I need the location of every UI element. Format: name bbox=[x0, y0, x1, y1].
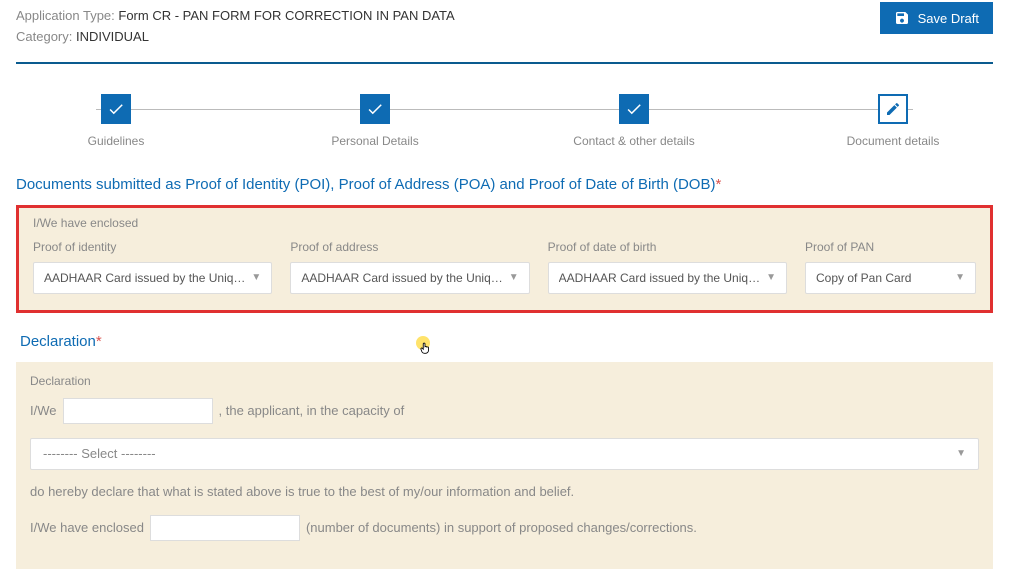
app-type-label: Application Type: bbox=[16, 8, 118, 23]
step-label: Document details bbox=[847, 134, 940, 148]
save-icon bbox=[894, 10, 910, 26]
proof-dob-select[interactable]: AADHAAR Card issued by the Uniq… ▼ bbox=[548, 262, 787, 294]
step-contact-details[interactable]: Contact & other details bbox=[564, 94, 704, 148]
capacity-select-placeholder: -------- Select -------- bbox=[43, 446, 156, 461]
chevron-down-icon: ▼ bbox=[955, 272, 965, 283]
proof-identity-value: AADHAAR Card issued by the Uniq… bbox=[44, 271, 245, 285]
document-count-input[interactable] bbox=[150, 515, 300, 541]
stepper-line bbox=[96, 109, 913, 110]
enclosed-text-1: I/We have enclosed bbox=[30, 520, 144, 535]
step-personal-details[interactable]: Personal Details bbox=[305, 94, 445, 148]
applicant-name-input[interactable] bbox=[63, 398, 213, 424]
chevron-down-icon: ▼ bbox=[509, 272, 519, 283]
proof-address-value: AADHAAR Card issued by the Uniq… bbox=[301, 271, 502, 285]
chevron-down-icon: ▼ bbox=[251, 272, 261, 283]
proof-pan-label: Proof of PAN bbox=[805, 240, 976, 254]
proof-address-label: Proof of address bbox=[290, 240, 529, 254]
declaration-line-1: I/We , the applicant, in the capacity of bbox=[30, 398, 979, 424]
step-check-icon bbox=[101, 94, 131, 124]
divider bbox=[16, 62, 993, 64]
documents-panel: I/We have enclosed Proof of identity AAD… bbox=[16, 205, 993, 313]
step-document-details[interactable]: Document details bbox=[823, 94, 963, 148]
documents-section-title: Documents submitted as Proof of Identity… bbox=[16, 176, 993, 193]
step-label: Personal Details bbox=[331, 134, 418, 148]
app-type-value: Form CR - PAN FORM FOR CORRECTION IN PAN… bbox=[118, 8, 454, 23]
declaration-subtitle: Declaration bbox=[30, 374, 979, 388]
proof-pan-value: Copy of Pan Card bbox=[816, 271, 949, 285]
step-guidelines[interactable]: Guidelines bbox=[46, 94, 186, 148]
enclosed-text-2: (number of documents) in support of prop… bbox=[306, 520, 697, 535]
declaration-statement: do hereby declare that what is stated ab… bbox=[30, 484, 979, 499]
enclosed-label: I/We have enclosed bbox=[33, 216, 976, 230]
category-label: Category: bbox=[16, 29, 76, 44]
proof-dob-label: Proof of date of birth bbox=[548, 240, 787, 254]
proof-identity-select[interactable]: AADHAAR Card issued by the Uniq… ▼ bbox=[33, 262, 272, 294]
proof-pan-select[interactable]: Copy of Pan Card ▼ bbox=[805, 262, 976, 294]
step-label: Guidelines bbox=[88, 134, 145, 148]
stepper: Guidelines Personal Details Contact & ot… bbox=[16, 94, 993, 148]
chevron-down-icon: ▼ bbox=[956, 448, 966, 459]
proof-address-select[interactable]: AADHAAR Card issued by the Uniq… ▼ bbox=[290, 262, 529, 294]
iwe-text: I/We bbox=[30, 403, 57, 418]
proof-dob-value: AADHAAR Card issued by the Uniq… bbox=[559, 271, 760, 285]
capacity-text: , the applicant, in the capacity of bbox=[219, 403, 405, 418]
declaration-line-2: I/We have enclosed (number of documents)… bbox=[30, 515, 979, 541]
step-check-icon bbox=[619, 94, 649, 124]
capacity-select[interactable]: -------- Select -------- ▼ bbox=[30, 438, 979, 470]
step-edit-icon bbox=[878, 94, 908, 124]
proof-identity-label: Proof of identity bbox=[33, 240, 272, 254]
declaration-panel: Declaration I/We , the applicant, in the… bbox=[16, 362, 993, 569]
save-draft-label: Save Draft bbox=[918, 11, 979, 26]
save-draft-button[interactable]: Save Draft bbox=[880, 2, 993, 34]
app-meta: Application Type: Form CR - PAN FORM FOR… bbox=[16, 6, 455, 48]
step-check-icon bbox=[360, 94, 390, 124]
page-header: Application Type: Form CR - PAN FORM FOR… bbox=[16, 0, 993, 62]
chevron-down-icon: ▼ bbox=[766, 272, 776, 283]
category-value: INDIVIDUAL bbox=[76, 29, 149, 44]
step-label: Contact & other details bbox=[573, 134, 694, 148]
declaration-title: Declaration* bbox=[20, 333, 993, 350]
